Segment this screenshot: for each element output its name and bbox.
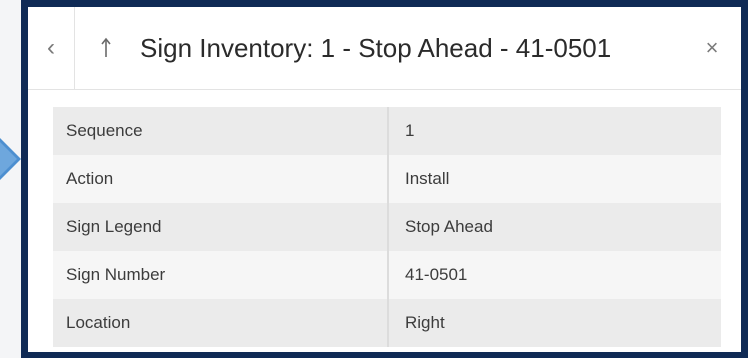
field-value: Stop Ahead: [388, 203, 721, 251]
field-label: Action: [53, 155, 389, 203]
popup-title: Sign Inventory: 1 - Stop Ahead - 41-0501: [140, 32, 612, 63]
field-value: 1: [388, 107, 721, 155]
feature-popup: ‹ Sign Inventory: 1 - Stop Ahead - 41-05…: [28, 7, 741, 352]
field-value: Right: [388, 299, 721, 347]
chevron-left-icon: ‹: [47, 34, 55, 61]
table-row: Sign Number 41-0501: [53, 251, 721, 299]
table-row: Sequence 1: [53, 107, 721, 155]
attribute-table: Sequence 1 Action Install Sign Legend St…: [53, 107, 721, 347]
popup-header: ‹ Sign Inventory: 1 - Stop Ahead - 41-05…: [28, 7, 741, 90]
field-value: Install: [388, 155, 721, 203]
table-row: Location Right: [53, 299, 721, 347]
table-row: Sign Legend Stop Ahead: [53, 203, 721, 251]
field-value: 41-0501: [388, 251, 721, 299]
table-row: Action Install: [53, 155, 721, 203]
field-label: Sign Legend: [53, 203, 389, 251]
field-label: Location: [53, 299, 389, 347]
close-button[interactable]: ×: [697, 7, 727, 89]
arrow-up-icon: [101, 37, 111, 57]
close-icon: ×: [705, 35, 719, 60]
callout-pointer-inner: [0, 142, 17, 176]
field-label: Sign Number: [53, 251, 389, 299]
back-to-list-button[interactable]: [86, 7, 126, 89]
previous-feature-button[interactable]: ‹: [28, 7, 75, 89]
field-label: Sequence: [53, 107, 389, 155]
